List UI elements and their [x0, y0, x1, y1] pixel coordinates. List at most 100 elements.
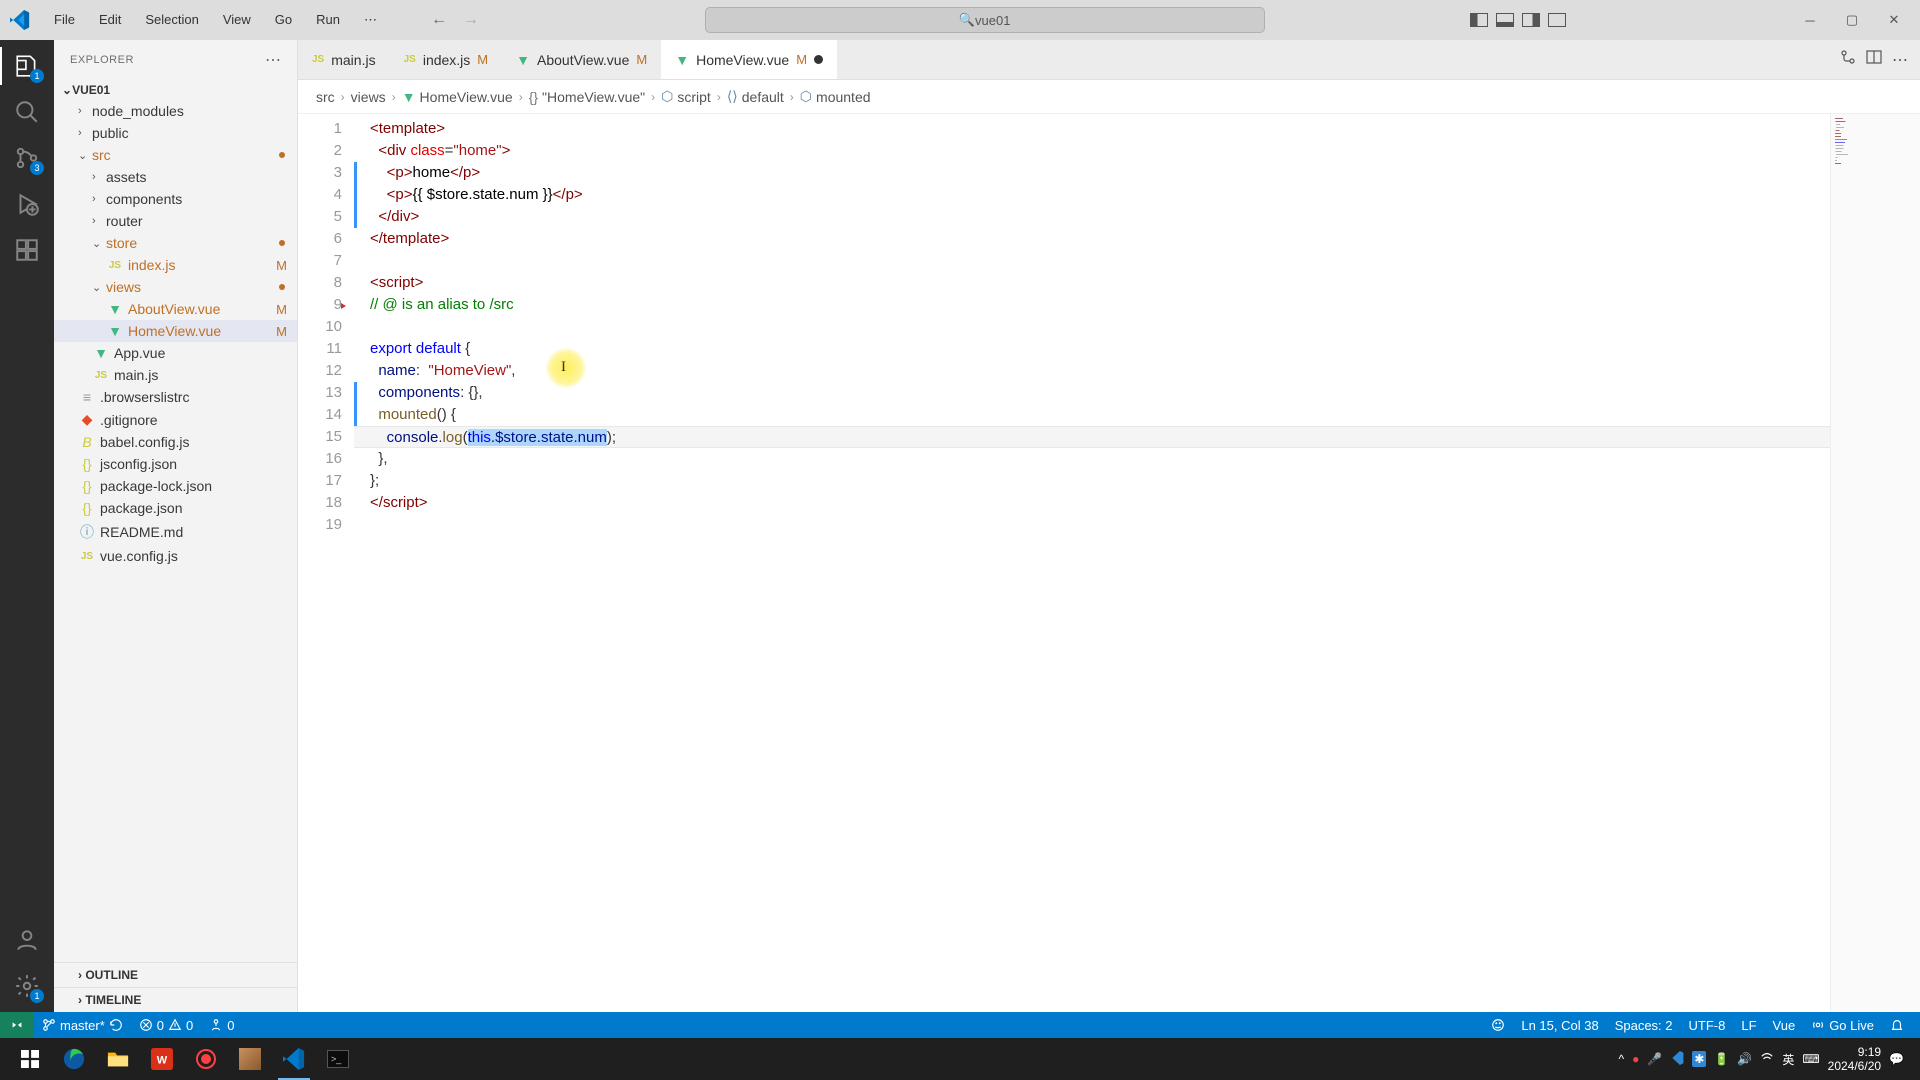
- start-button[interactable]: [8, 1038, 52, 1080]
- project-root[interactable]: ⌄ VUE01: [54, 80, 297, 100]
- breakpoint-marker-icon[interactable]: [341, 303, 346, 309]
- accounts-icon[interactable]: [13, 926, 41, 954]
- file-aboutview[interactable]: ▼AboutView.vueM: [54, 298, 297, 320]
- outline-section[interactable]: › OUTLINE: [54, 962, 297, 987]
- more-actions-icon[interactable]: ⋯: [1892, 50, 1908, 70]
- tab-mainjs[interactable]: JSmain.js: [298, 40, 390, 79]
- edge-browser-icon[interactable]: [52, 1038, 96, 1080]
- encoding[interactable]: UTF-8: [1681, 1018, 1734, 1033]
- folder-src[interactable]: ⌄src: [54, 144, 297, 166]
- customize-layout-icon[interactable]: [1548, 13, 1566, 27]
- folder-store[interactable]: ⌄store: [54, 232, 297, 254]
- source-control-icon[interactable]: 3: [13, 144, 41, 172]
- nav-back-icon[interactable]: ←: [427, 7, 451, 33]
- folder-components[interactable]: ›components: [54, 188, 297, 210]
- record-icon[interactable]: [184, 1038, 228, 1080]
- file-mainjs[interactable]: JSmain.js: [54, 364, 297, 386]
- folder-router[interactable]: ›router: [54, 210, 297, 232]
- file-packagejson[interactable]: {}package.json: [54, 497, 297, 519]
- timeline-section[interactable]: › TIMELINE: [54, 987, 297, 1012]
- git-branch[interactable]: master*: [34, 1018, 131, 1033]
- notifications-tray-icon[interactable]: 💬: [1889, 1052, 1904, 1066]
- tray-chevron-icon[interactable]: ^: [1619, 1052, 1625, 1066]
- tray-mic-icon[interactable]: 🎤: [1647, 1052, 1662, 1066]
- tray-battery-icon[interactable]: 🔋: [1714, 1052, 1729, 1066]
- file-appvue[interactable]: ▼App.vue: [54, 342, 297, 364]
- terminal-icon[interactable]: >_: [316, 1038, 360, 1080]
- file-store-index[interactable]: JSindex.jsM: [54, 254, 297, 276]
- language-mode[interactable]: Vue: [1765, 1018, 1804, 1033]
- code-content[interactable]: <template> <div class="home"> <p>home</p…: [354, 114, 1920, 1012]
- split-editor-icon[interactable]: [1866, 49, 1882, 70]
- menu-edit[interactable]: Edit: [89, 8, 131, 32]
- tray-vscode-icon[interactable]: [1670, 1051, 1684, 1068]
- breadcrumb[interactable]: src› views› ▼ HomeView.vue› {} "HomeView…: [298, 80, 1920, 114]
- tray-record-icon[interactable]: ●: [1632, 1052, 1639, 1066]
- file-packagelock[interactable]: {}package-lock.json: [54, 475, 297, 497]
- file-readme[interactable]: ⓘREADME.md: [54, 519, 297, 545]
- file-homeview[interactable]: ▼HomeView.vueM: [54, 320, 297, 342]
- file-babel[interactable]: Bbabel.config.js: [54, 431, 297, 453]
- ports[interactable]: 0: [201, 1018, 242, 1033]
- toggle-primary-sidebar-icon[interactable]: [1470, 13, 1488, 27]
- menu-more-icon[interactable]: ⋯: [354, 8, 387, 32]
- settings-icon[interactable]: 1: [13, 972, 41, 1000]
- vscode-taskbar-icon[interactable]: [272, 1038, 316, 1080]
- app-icon[interactable]: [228, 1038, 272, 1080]
- remote-indicator[interactable]: [0, 1012, 34, 1038]
- bc-default[interactable]: ⟨⟩ default: [727, 88, 784, 105]
- file-jsconfig[interactable]: {}jsconfig.json: [54, 453, 297, 475]
- file-explorer-icon[interactable]: [96, 1038, 140, 1080]
- minimize-icon[interactable]: ─: [1792, 5, 1828, 35]
- feedback-icon[interactable]: [1483, 1018, 1513, 1033]
- run-debug-icon[interactable]: [13, 190, 41, 218]
- menu-selection[interactable]: Selection: [135, 8, 208, 32]
- sidebar-more-icon[interactable]: ⋯: [265, 50, 281, 70]
- tab-aboutview[interactable]: ▼AboutView.vueM: [502, 40, 661, 79]
- toggle-panel-icon[interactable]: [1496, 13, 1514, 27]
- tray-ime-star-icon[interactable]: ✱: [1692, 1051, 1706, 1067]
- wps-icon[interactable]: W: [140, 1038, 184, 1080]
- nav-forward-icon[interactable]: →: [459, 7, 483, 33]
- menu-go[interactable]: Go: [265, 8, 302, 32]
- minimap[interactable]: ▬▬▬▬ ▬▬▬▬▬ ▬▬ ▬▬▬▬ ▬▬▬▬▬▬▬▬▬▬▬▬▬▬▬▬▬▬▬ ▬…: [1830, 114, 1920, 1012]
- folder-node-modules[interactable]: ›node_modules: [54, 100, 297, 122]
- tray-ime-lang[interactable]: 英: [1782, 1051, 1794, 1068]
- folder-assets[interactable]: ›assets: [54, 166, 297, 188]
- extensions-icon[interactable]: [13, 236, 41, 264]
- bc-views[interactable]: views: [351, 89, 386, 105]
- explorer-icon[interactable]: 1: [13, 52, 41, 80]
- notifications-icon[interactable]: [1882, 1018, 1912, 1033]
- close-icon[interactable]: ✕: [1876, 5, 1912, 35]
- maximize-icon[interactable]: ▢: [1834, 5, 1870, 35]
- problems[interactable]: 0 0: [131, 1018, 201, 1033]
- go-live[interactable]: Go Live: [1803, 1018, 1882, 1033]
- bc-mounted[interactable]: ⬡ mounted: [800, 88, 871, 105]
- folder-views[interactable]: ⌄views: [54, 276, 297, 298]
- bc-symbol-root[interactable]: {} "HomeView.vue": [529, 89, 645, 105]
- command-center[interactable]: 🔍 vue01: [705, 7, 1265, 33]
- menu-run[interactable]: Run: [306, 8, 350, 32]
- bc-file[interactable]: ▼ HomeView.vue: [402, 89, 513, 105]
- bc-script[interactable]: ⬡ script: [661, 88, 711, 105]
- file-gitignore[interactable]: ◆.gitignore: [54, 408, 297, 431]
- tab-homeview[interactable]: ▼HomeView.vueM: [661, 40, 837, 79]
- tray-ime-keyboard-icon[interactable]: ⌨: [1802, 1052, 1819, 1066]
- tab-indexjs[interactable]: JSindex.jsM: [390, 40, 503, 79]
- folder-public[interactable]: ›public: [54, 122, 297, 144]
- menu-file[interactable]: File: [44, 8, 85, 32]
- bc-src[interactable]: src: [316, 89, 335, 105]
- search-icon[interactable]: [13, 98, 41, 126]
- eol[interactable]: LF: [1733, 1018, 1764, 1033]
- indent[interactable]: Spaces: 2: [1607, 1018, 1681, 1033]
- tray-wifi-icon[interactable]: [1760, 1051, 1774, 1068]
- file-browserslist[interactable]: ≡.browserslistrc: [54, 386, 297, 408]
- clock[interactable]: 9:19 2024/6/20: [1828, 1045, 1881, 1074]
- compare-changes-icon[interactable]: [1840, 49, 1856, 70]
- tray-volume-icon[interactable]: 🔊: [1737, 1052, 1752, 1066]
- code-editor[interactable]: 12345678910111213141516171819 <template>…: [298, 114, 1920, 1012]
- menu-view[interactable]: View: [213, 8, 261, 32]
- toggle-secondary-sidebar-icon[interactable]: [1522, 13, 1540, 27]
- cursor-position[interactable]: Ln 15, Col 38: [1513, 1018, 1606, 1033]
- file-vueconfig[interactable]: JSvue.config.js: [54, 545, 297, 567]
